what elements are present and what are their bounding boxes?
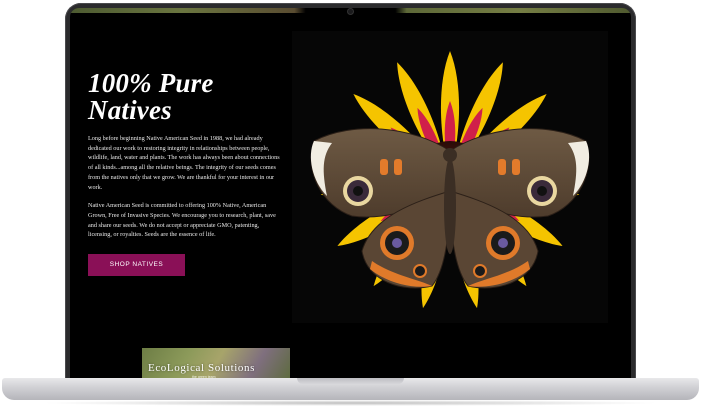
ecological-solutions-card[interactable]: EcoLogical Solutions the green team [142,348,290,380]
butterfly-wings [310,128,590,289]
hero-title-line-2: Natives [88,95,172,125]
hero-title-line-1: 100% Pure [88,68,214,98]
laptop-notch [297,378,404,384]
laptop-screen: 100% Pure Natives Long before beginning … [70,8,631,380]
camera-icon [348,9,353,14]
hero-title: 100% Pure Natives [88,70,283,124]
butterfly-flower-image [292,31,608,323]
butterfly-illustration [310,51,590,311]
hero-paragraph-1: Long before beginning Native American Se… [88,135,280,191]
laptop-shadow [40,400,661,406]
shop-natives-button[interactable]: SHOP NATIVES [88,254,185,277]
eco-card-title: EcoLogical Solutions [148,362,256,374]
hero-text-column: 100% Pure Natives Long before beginning … [88,70,283,277]
hero-paragraph-2: Native American Seed is committed to off… [88,202,276,239]
